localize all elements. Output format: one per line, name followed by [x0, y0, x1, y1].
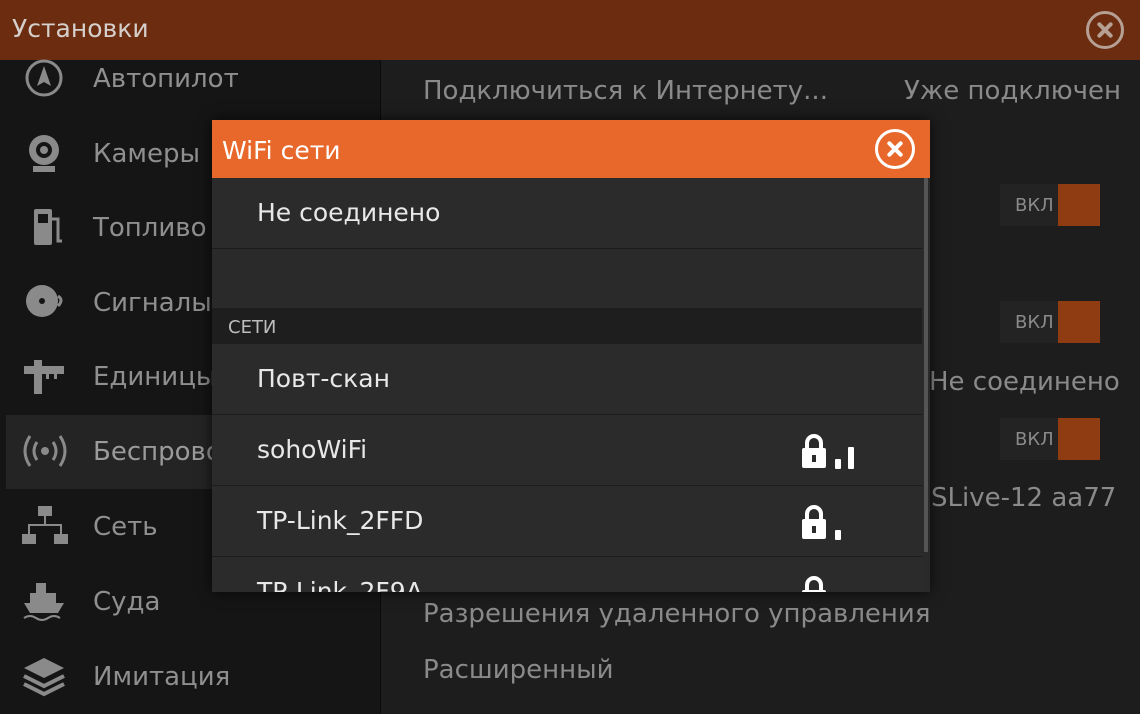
sidebar-item-label: Имитация: [93, 662, 231, 692]
network-icon: [22, 506, 68, 544]
sidebar-item-label: Единицы: [93, 362, 217, 392]
window-title: Установки: [12, 14, 149, 43]
sidebar-item-autopilot[interactable]: Автопилот: [6, 42, 380, 116]
wireless-toggle-2[interactable]: ВКЛ: [1000, 301, 1100, 343]
connect-status: Уже подключен: [904, 76, 1121, 106]
toggle-label: ВКЛ: [1015, 429, 1054, 450]
lock-icon: [802, 505, 826, 539]
toggle-label: ВКЛ: [1015, 312, 1054, 333]
sidebar-item-label: Суда: [93, 587, 161, 617]
units-ruler-icon: [24, 360, 64, 394]
network-name: TP-Link_2F9A: [257, 577, 423, 592]
dialog-header: WiFi сети: [212, 120, 930, 178]
lock-icon: [802, 434, 826, 468]
network-name: TP-Link_2FFD: [257, 506, 424, 535]
network-row[interactable]: sohoWiFi: [212, 415, 922, 486]
toggle-knob: [1058, 184, 1100, 226]
sidebar-item-label: Сигналы: [93, 288, 212, 318]
current-connection-row[interactable]: Не соединено: [212, 178, 922, 249]
connect-internet-option[interactable]: Подключиться к Интернету...: [423, 76, 828, 106]
toggle-label: ВКЛ: [1015, 195, 1054, 216]
rescan-label: Повт-скан: [257, 364, 390, 393]
wifi-network-list[interactable]: Не соединено СЕТИ Повт-скан sohoWiFi TP-…: [212, 178, 922, 592]
list-scrollbar[interactable]: [924, 178, 928, 552]
alarm-bell-icon: [26, 285, 63, 317]
toggle-knob: [1058, 301, 1100, 343]
network-name: sohoWiFi: [257, 435, 368, 464]
simulator-layers-icon: [23, 658, 65, 697]
device-name: SLive-12 aa77: [931, 483, 1117, 513]
camera-icon: [29, 135, 59, 172]
vessels-icon: [23, 583, 64, 621]
wifi-client-status: Не соединено: [929, 367, 1120, 397]
wireless-toggle-3[interactable]: ВКЛ: [1000, 418, 1100, 460]
signal-strength-icon: [835, 530, 841, 540]
advanced-option[interactable]: Расширенный: [423, 655, 614, 685]
network-row[interactable]: TP-Link_2FFD: [212, 486, 922, 557]
sidebar-item-label: Камеры: [93, 139, 201, 169]
sidebar-item-simulator[interactable]: Имитация: [6, 640, 380, 714]
current-connection-status: Не соединено: [257, 198, 441, 227]
autopilot-icon: [25, 59, 63, 97]
dialog-title: WiFi сети: [222, 136, 341, 165]
section-label: СЕТИ: [228, 317, 277, 338]
network-row[interactable]: TP-Link_2F9A: [212, 557, 922, 592]
sidebar-item-label: Топливо: [93, 213, 207, 243]
dialog-close-button[interactable]: [875, 129, 915, 169]
remote-permissions-option[interactable]: Разрешения удаленного управления: [423, 599, 930, 629]
lock-icon: [802, 576, 826, 592]
sidebar-item-label: Сеть: [93, 512, 158, 542]
wifi-networks-dialog: WiFi сети Не соединено СЕТИ Повт-скан so…: [212, 120, 930, 592]
settings-close-button[interactable]: [1086, 11, 1124, 49]
signal-strength-icon: [835, 447, 854, 469]
toggle-knob: [1058, 418, 1100, 460]
sidebar-item-label: Автопилот: [93, 64, 239, 94]
rescan-button[interactable]: Повт-скан: [212, 344, 922, 415]
wireless-toggle-1[interactable]: ВКЛ: [1000, 184, 1100, 226]
networks-section-header: СЕТИ: [212, 308, 922, 344]
wireless-icon: [23, 435, 67, 467]
fuel-pump-icon: [34, 209, 62, 245]
